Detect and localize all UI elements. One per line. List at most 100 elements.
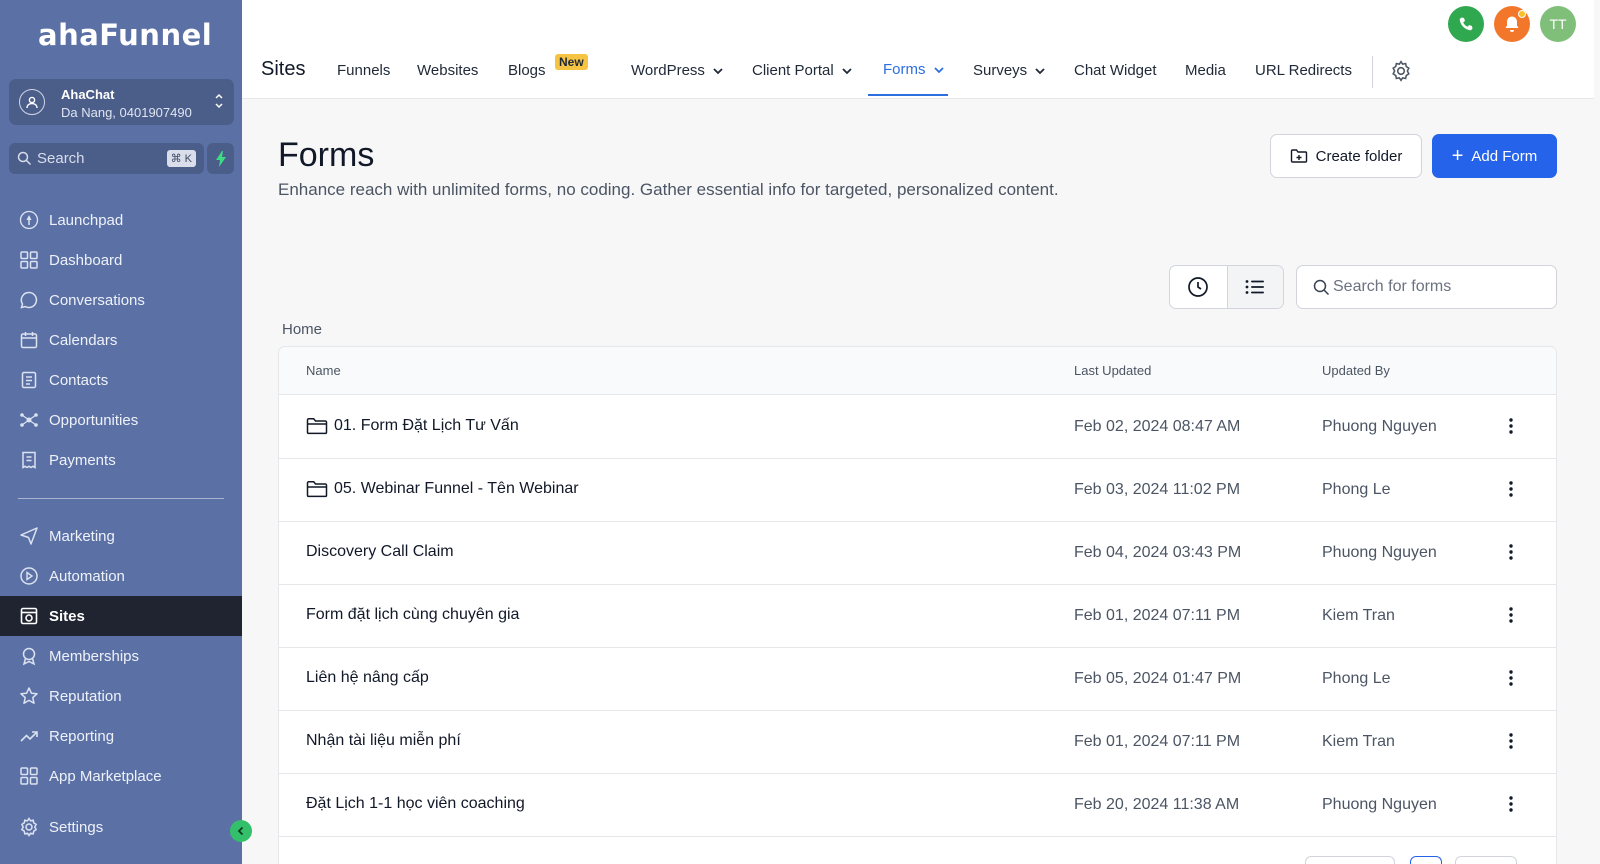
sidebar-item-conversations[interactable]: Conversations bbox=[0, 280, 242, 320]
column-last-updated[interactable]: Last Updated bbox=[1074, 363, 1151, 378]
bell-icon bbox=[1505, 16, 1519, 32]
tab-client-portal[interactable]: Client Portal bbox=[752, 62, 852, 79]
tab-funnels[interactable]: Funnels bbox=[337, 62, 390, 79]
column-updated-by[interactable]: Updated By bbox=[1322, 363, 1390, 378]
tab-media[interactable]: Media bbox=[1185, 62, 1226, 79]
row-name[interactable]: Đặt Lịch 1-1 học viên coaching bbox=[306, 795, 525, 813]
recent-view-button[interactable] bbox=[1170, 266, 1227, 308]
account-switcher[interactable]: AhaChat Da Nang, 0401907490 bbox=[9, 79, 234, 125]
new-badge: New bbox=[555, 54, 588, 70]
table-row[interactable]: Liên hệ nâng cấp Feb 05, 2024 01:47 PM P… bbox=[279, 647, 1556, 711]
table-row[interactable]: Nhận tài liệu miễn phí Feb 01, 2024 07:1… bbox=[279, 710, 1556, 774]
list-view-button[interactable] bbox=[1226, 266, 1283, 308]
tab-wordpress[interactable]: WordPress bbox=[631, 62, 723, 79]
play-circle-icon bbox=[19, 566, 39, 586]
more-options-icon[interactable] bbox=[1501, 478, 1521, 500]
tab-surveys[interactable]: Surveys bbox=[973, 62, 1045, 79]
pagination-next-button[interactable] bbox=[1455, 856, 1517, 864]
tab-forms[interactable]: Forms bbox=[883, 61, 944, 78]
tab-label: Client Portal bbox=[752, 62, 834, 79]
breadcrumb[interactable]: Home bbox=[282, 321, 322, 338]
network-icon bbox=[19, 410, 39, 430]
row-name[interactable]: Discovery Call Claim bbox=[306, 543, 454, 561]
sidebar-item-label: Automation bbox=[49, 567, 125, 585]
row-last-updated: Feb 04, 2024 03:43 PM bbox=[1074, 544, 1242, 561]
more-options-icon[interactable] bbox=[1501, 793, 1521, 815]
tab-chat-widget[interactable]: Chat Widget bbox=[1074, 62, 1157, 79]
globe-window-icon bbox=[19, 606, 39, 626]
sidebar-divider bbox=[18, 498, 224, 499]
tab-label: Forms bbox=[883, 61, 926, 78]
sidebar-item-contacts[interactable]: Contacts bbox=[0, 360, 242, 400]
sidebar-item-launchpad[interactable]: Launchpad bbox=[0, 200, 242, 240]
sidebar-item-label: Settings bbox=[49, 818, 104, 836]
plus-icon: + bbox=[1451, 145, 1464, 167]
send-icon bbox=[19, 526, 39, 546]
sidebar-item-label: Launchpad bbox=[49, 211, 124, 229]
sidebar-item-automation[interactable]: Automation bbox=[0, 556, 242, 596]
sidebar-item-calendars[interactable]: Calendars bbox=[0, 320, 242, 360]
sidebar-search[interactable]: Search ⌘ K bbox=[9, 143, 204, 174]
user-avatar[interactable]: TT bbox=[1540, 6, 1576, 42]
tab-label: Chat Widget bbox=[1074, 62, 1157, 79]
brand-logo[interactable]: ahaFunnel bbox=[38, 18, 212, 52]
more-options-icon[interactable] bbox=[1501, 541, 1521, 563]
tab-label: Media bbox=[1185, 62, 1226, 79]
sidebar-item-sites[interactable]: Sites bbox=[0, 596, 242, 636]
tab-label: Surveys bbox=[973, 62, 1028, 79]
row-name[interactable]: Nhận tài liệu miễn phí bbox=[306, 732, 461, 750]
table-row[interactable]: Đặt Lịch 1-1 học viên coaching Feb 20, 2… bbox=[279, 773, 1556, 837]
sidebar-item-marketing[interactable]: Marketing bbox=[0, 516, 242, 556]
table-row[interactable]: Form đặt lịch cùng chuyên gia Feb 01, 20… bbox=[279, 584, 1556, 648]
pagination-prev-button[interactable] bbox=[1305, 856, 1395, 864]
row-updated-by: Phong Le bbox=[1322, 670, 1391, 687]
tab-blogs[interactable]: Blogs bbox=[508, 62, 546, 79]
sidebar-item-app-marketplace[interactable]: App Marketplace bbox=[0, 756, 242, 796]
phone-button[interactable] bbox=[1448, 6, 1484, 42]
more-options-icon[interactable] bbox=[1501, 415, 1521, 437]
search-forms-input[interactable] bbox=[1333, 276, 1543, 298]
sidebar-collapse-button[interactable] bbox=[230, 820, 252, 842]
sidebar-item-label: Opportunities bbox=[49, 411, 139, 429]
sidebar-item-memberships[interactable]: Memberships bbox=[0, 636, 242, 676]
more-options-icon[interactable] bbox=[1501, 667, 1521, 689]
row-updated-by: Phuong Nguyen bbox=[1322, 544, 1437, 561]
tab-url-redirects[interactable]: URL Redirects bbox=[1255, 62, 1352, 79]
row-name[interactable]: 05. Webinar Funnel - Tên Webinar bbox=[306, 480, 579, 498]
more-options-icon[interactable] bbox=[1501, 604, 1521, 626]
folder-icon bbox=[306, 417, 328, 435]
row-last-updated: Feb 01, 2024 07:11 PM bbox=[1074, 733, 1241, 750]
sidebar-item-dashboard[interactable]: Dashboard bbox=[0, 240, 242, 280]
apps-icon bbox=[19, 766, 39, 786]
column-name[interactable]: Name bbox=[306, 363, 341, 378]
sidebar-item-reporting[interactable]: Reporting bbox=[0, 716, 242, 756]
section-title: Sites bbox=[261, 58, 306, 80]
sidebar-item-payments[interactable]: Payments bbox=[0, 440, 242, 480]
table-row[interactable]: 01. Form Đặt Lịch Tư Vấn Feb 02, 2024 08… bbox=[279, 395, 1556, 459]
chevron-down-icon bbox=[1035, 62, 1045, 79]
folder-plus-icon bbox=[1290, 148, 1308, 164]
sites-settings-gear-icon[interactable] bbox=[1390, 60, 1412, 87]
table-row[interactable]: Discovery Call Claim Feb 04, 2024 03:43 … bbox=[279, 521, 1556, 585]
quick-actions-button[interactable] bbox=[207, 143, 234, 174]
sidebar-item-opportunities[interactable]: Opportunities bbox=[0, 400, 242, 440]
row-name[interactable]: 01. Form Đặt Lịch Tư Vấn bbox=[306, 417, 519, 435]
chevron-down-icon bbox=[713, 62, 723, 79]
sidebar-item-label: Dashboard bbox=[49, 251, 123, 269]
row-name[interactable]: Liên hệ nâng cấp bbox=[306, 669, 429, 687]
sidebar-item-label: Reporting bbox=[49, 727, 115, 745]
table-row[interactable]: 05. Webinar Funnel - Tên Webinar Feb 03,… bbox=[279, 458, 1556, 522]
notifications-button[interactable] bbox=[1494, 6, 1530, 42]
pagination-page-button[interactable] bbox=[1410, 856, 1442, 864]
view-toggle bbox=[1169, 265, 1284, 309]
create-folder-button[interactable]: Create folder bbox=[1270, 134, 1422, 178]
more-options-icon[interactable] bbox=[1501, 730, 1521, 752]
sidebar-item-settings[interactable]: Settings bbox=[0, 807, 242, 847]
tab-websites[interactable]: Websites bbox=[417, 62, 478, 79]
sidebar-item-reputation[interactable]: Reputation bbox=[0, 676, 242, 716]
add-form-button[interactable]: + Add Form bbox=[1432, 134, 1557, 178]
row-name[interactable]: Form đặt lịch cùng chuyên gia bbox=[306, 606, 519, 624]
phone-icon bbox=[1459, 17, 1473, 31]
account-user-icon bbox=[19, 89, 45, 115]
tab-label: WordPress bbox=[631, 62, 705, 79]
